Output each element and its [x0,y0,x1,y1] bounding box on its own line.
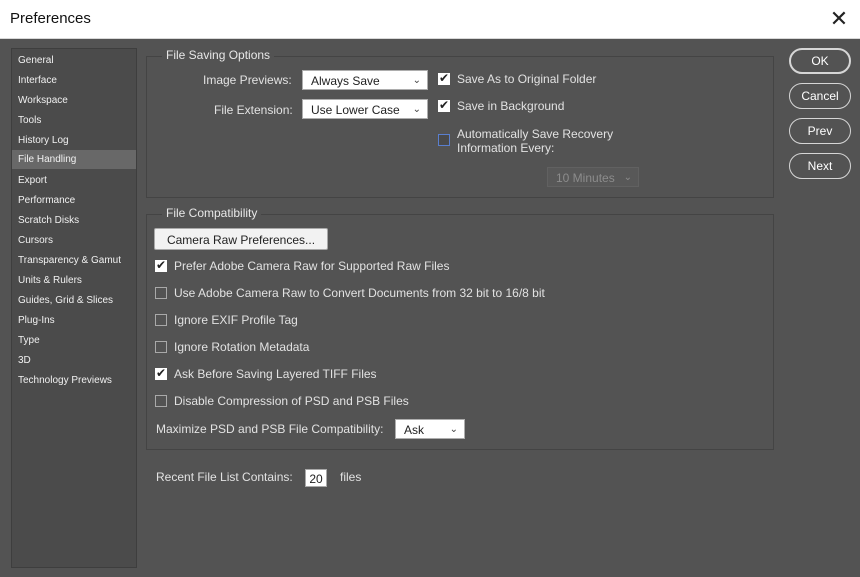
prefer-camera-raw-checkbox[interactable]: ✔ [155,258,167,272]
file-saving-title: File Saving Options [162,48,275,62]
maximize-compat-select[interactable]: Ask ⌄ [395,419,465,439]
checkmark-icon: ✔ [439,71,450,85]
file-extension-select[interactable]: Use Lower Case ⌄ [302,99,428,119]
ignore-exif-checkbox[interactable] [155,314,167,326]
checkmark-icon: ✔ [156,258,167,272]
recent-files-suffix: files [340,470,362,484]
sidebar-item-cursors[interactable]: Cursors [12,231,136,250]
checkmark-icon: ✔ [439,98,450,112]
save-as-original-label: Save As to Original Folder [457,72,597,86]
maximize-compat-label: Maximize PSD and PSB File Compatibility: [156,422,384,436]
sidebar-item-tools[interactable]: Tools [12,111,136,130]
file-extension-label: File Extension: [214,103,293,117]
cancel-button[interactable]: Cancel [789,83,851,109]
chevron-down-icon: ⌄ [412,104,421,115]
chevron-down-icon: ⌄ [623,172,632,183]
prev-button[interactable]: Prev [789,118,851,144]
sidebar-item-plug-ins[interactable]: Plug-Ins [12,311,136,330]
sidebar-item-scratch-disks[interactable]: Scratch Disks [12,211,136,230]
camera-raw-preferences-button[interactable]: Camera Raw Preferences... [154,228,328,250]
convert-32bit-label: Use Adobe Camera Raw to Convert Document… [174,286,545,300]
window-title: Preferences [10,10,91,27]
ask-layered-tiff-label: Ask Before Saving Layered TIFF Files [174,367,377,381]
ignore-rotation-label: Ignore Rotation Metadata [174,340,310,354]
disable-compression-label: Disable Compression of PSD and PSB Files [174,394,409,408]
recovery-interval-value: 10 Minutes [556,171,615,185]
recovery-interval-select[interactable]: 10 Minutes ⌄ [547,167,639,187]
chevron-down-icon: ⌄ [412,75,421,86]
maximize-compat-value: Ask [404,423,425,437]
file-extension-value: Use Lower Case [311,103,400,117]
sidebar-item-performance[interactable]: Performance [12,191,136,210]
chevron-down-icon: ⌄ [449,424,458,435]
disable-compression-checkbox[interactable] [155,395,167,407]
ask-layered-tiff-checkbox[interactable]: ✔ [155,366,167,380]
image-previews-label: Image Previews: [203,73,292,87]
sidebar-item-general[interactable]: General [12,51,136,70]
ok-button[interactable]: OK [789,48,851,74]
sidebar: General Interface Workspace Tools Histor… [11,48,137,568]
save-in-background-label: Save in Background [457,99,565,113]
image-previews-select[interactable]: Always Save ⌄ [302,70,428,90]
recent-files-input[interactable]: 20 [305,469,327,487]
sidebar-item-guides-grid-slices[interactable]: Guides, Grid & Slices [12,291,136,310]
sidebar-item-units-rulers[interactable]: Units & Rulers [12,271,136,290]
sidebar-item-technology-previews[interactable]: Technology Previews [12,371,136,390]
sidebar-item-type[interactable]: Type [12,331,136,350]
sidebar-item-workspace[interactable]: Workspace [12,91,136,110]
prefer-camera-raw-label: Prefer Adobe Camera Raw for Supported Ra… [174,259,450,273]
auto-recovery-label-line1: Automatically Save Recovery [457,127,614,141]
sidebar-item-file-handling[interactable]: File Handling [12,150,136,169]
preferences-dialog: Preferences ✕ General Interface Workspac… [0,0,860,577]
image-previews-value: Always Save [311,74,380,88]
ignore-rotation-checkbox[interactable] [155,341,167,353]
ignore-exif-label: Ignore EXIF Profile Tag [174,313,298,327]
file-compat-title: File Compatibility [162,206,262,220]
auto-recovery-checkbox[interactable] [438,134,450,146]
auto-recovery-label-line2: Information Every: [457,141,555,155]
sidebar-item-history-log[interactable]: History Log [12,131,136,150]
sidebar-item-3d[interactable]: 3D [12,351,136,370]
recent-files-label: Recent File List Contains: [156,470,293,484]
close-icon[interactable]: ✕ [824,4,854,34]
sidebar-item-transparency-gamut[interactable]: Transparency & Gamut [12,251,136,270]
convert-32bit-checkbox[interactable] [155,287,167,299]
save-in-background-checkbox[interactable]: ✔ [438,98,450,112]
title-bar: Preferences ✕ [0,0,860,39]
checkmark-icon: ✔ [156,366,167,380]
save-as-original-checkbox[interactable]: ✔ [438,71,450,85]
sidebar-item-export[interactable]: Export [12,171,136,190]
sidebar-item-interface[interactable]: Interface [12,71,136,90]
next-button[interactable]: Next [789,153,851,179]
